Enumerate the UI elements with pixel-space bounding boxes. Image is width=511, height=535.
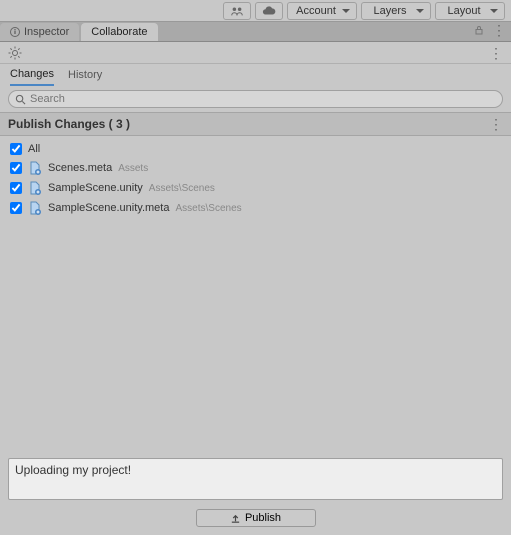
- subtab-changes[interactable]: Changes: [10, 64, 54, 86]
- layers-label: Layers: [373, 5, 406, 17]
- collab-status-button[interactable]: [223, 2, 251, 20]
- checkbox-file[interactable]: [10, 202, 22, 214]
- publish-button[interactable]: Publish: [196, 509, 316, 527]
- layout-dropdown[interactable]: Layout: [435, 2, 505, 20]
- search-input[interactable]: [30, 93, 496, 105]
- tab-inspector-label: Inspector: [24, 26, 69, 38]
- publish-changes-title: Publish Changes ( 3 ): [8, 117, 130, 131]
- cloud-icon: [262, 5, 276, 17]
- collaborate-subbar: ⋮: [0, 42, 511, 64]
- tab-inspector[interactable]: Inspector: [0, 23, 79, 41]
- file-name: Scenes.meta: [48, 162, 112, 174]
- subbar-menu-icon[interactable]: ⋮: [489, 46, 503, 60]
- top-toolbar: Account Layers Layout: [0, 0, 511, 22]
- file-added-icon: [28, 161, 42, 175]
- lock-icon[interactable]: [473, 24, 485, 36]
- cloud-button[interactable]: [255, 2, 283, 20]
- layout-label: Layout: [447, 5, 480, 17]
- checkbox-all[interactable]: [10, 143, 22, 155]
- search-icon: [15, 94, 26, 105]
- upload-icon: [230, 513, 241, 524]
- account-dropdown[interactable]: Account: [287, 2, 357, 20]
- subtab-history[interactable]: History: [68, 65, 102, 85]
- file-name: SampleScene.unity: [48, 182, 143, 194]
- collab-icon: [230, 4, 244, 18]
- file-row: SampleScene.unity Assets\Scenes: [0, 178, 511, 198]
- commit-area: Publish: [0, 452, 511, 535]
- light-icon[interactable]: [8, 46, 22, 60]
- info-icon: [10, 27, 20, 37]
- collaborate-subtabs: Changes History: [0, 64, 511, 86]
- changes-file-list: All Scenes.meta Assets SampleScene.unity…: [0, 136, 511, 222]
- commit-message-input[interactable]: [8, 458, 503, 500]
- tab-collaborate[interactable]: Collaborate: [81, 23, 157, 41]
- file-added-icon: [28, 201, 42, 215]
- publish-changes-header: Publish Changes ( 3 ) ⋮: [0, 112, 511, 136]
- file-row: SampleScene.unity.meta Assets\Scenes: [0, 198, 511, 218]
- publish-button-label: Publish: [245, 512, 281, 524]
- file-row-all: All: [0, 140, 511, 158]
- file-added-icon: [28, 181, 42, 195]
- search-box[interactable]: [8, 90, 503, 108]
- section-menu-icon[interactable]: ⋮: [489, 117, 503, 131]
- panel-menu-icon[interactable]: ⋮: [493, 24, 505, 36]
- checkbox-file[interactable]: [10, 182, 22, 194]
- file-row: Scenes.meta Assets: [0, 158, 511, 178]
- checkbox-file[interactable]: [10, 162, 22, 174]
- file-path: Assets\Scenes: [149, 183, 215, 194]
- panel-tabs: Inspector Collaborate ⋮: [0, 22, 511, 42]
- all-label: All: [28, 143, 40, 155]
- layers-dropdown[interactable]: Layers: [361, 2, 431, 20]
- tab-collaborate-label: Collaborate: [91, 26, 147, 38]
- file-path: Assets\Scenes: [175, 203, 241, 214]
- search-row: [0, 86, 511, 112]
- file-path: Assets: [118, 163, 148, 174]
- file-name: SampleScene.unity.meta: [48, 202, 169, 214]
- account-label: Account: [296, 5, 336, 17]
